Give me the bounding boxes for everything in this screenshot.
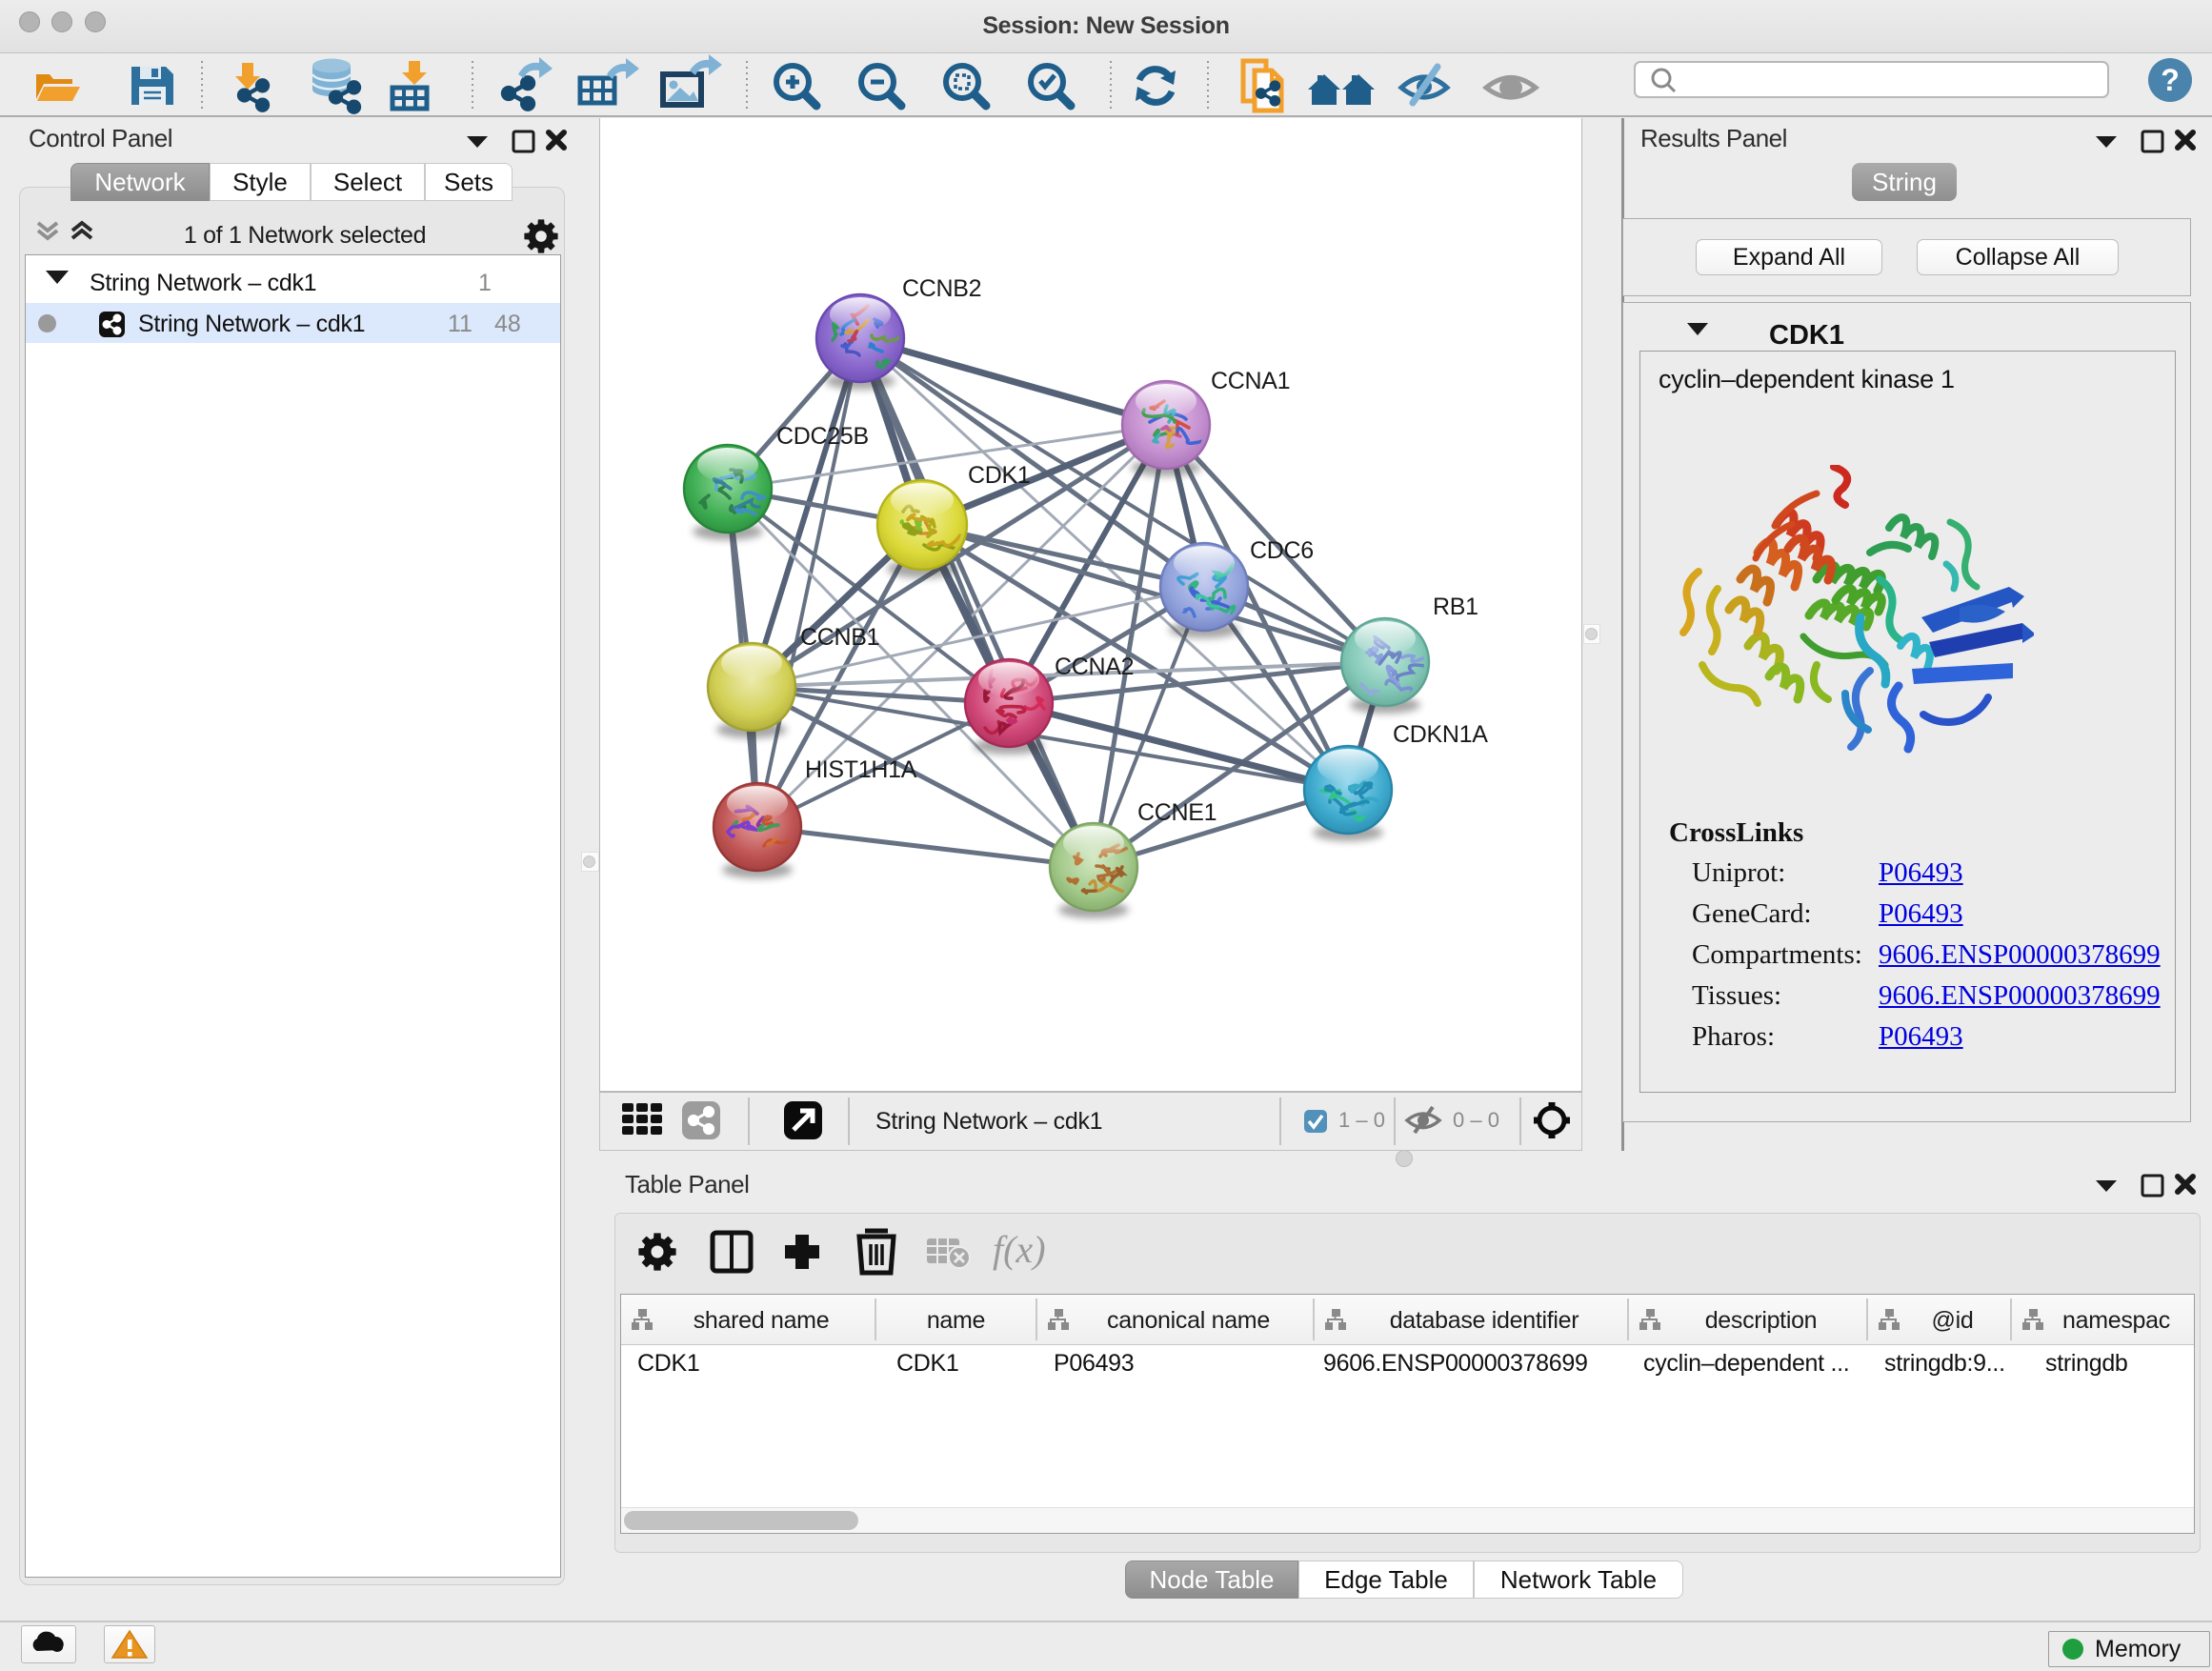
svg-text:CDC25B: CDC25B	[776, 423, 869, 450]
svg-text:description: description	[1705, 1307, 1818, 1334]
svg-text:CDK1: CDK1	[968, 462, 1031, 489]
svg-text:HIST1H1A: HIST1H1A	[805, 756, 917, 783]
svg-text:@id: @id	[1932, 1307, 1974, 1334]
svg-text:name: name	[927, 1307, 985, 1334]
svg-text:shared name: shared name	[694, 1307, 830, 1334]
svg-text:CCNB1: CCNB1	[800, 624, 879, 651]
svg-text:namespac: namespac	[2062, 1307, 2170, 1334]
svg-text:canonical name: canonical name	[1107, 1307, 1270, 1334]
svg-text:0 – 0: 0 – 0	[1453, 1108, 1499, 1132]
svg-text:String Network – cdk1: String Network – cdk1	[875, 1108, 1102, 1135]
svg-text:database identifier: database identifier	[1390, 1307, 1579, 1334]
svg-text:1 – 0: 1 – 0	[1338, 1108, 1385, 1132]
svg-text:CCNA2: CCNA2	[1055, 654, 1134, 680]
svg-text:RB1: RB1	[1433, 594, 1478, 620]
svg-text:CCNE1: CCNE1	[1137, 799, 1217, 826]
svg-text:CCNB2: CCNB2	[902, 275, 981, 302]
svg-text:CCNA1: CCNA1	[1211, 368, 1290, 394]
svg-text:CDKN1A: CDKN1A	[1393, 721, 1488, 748]
svg-text:CDC6: CDC6	[1250, 537, 1314, 564]
